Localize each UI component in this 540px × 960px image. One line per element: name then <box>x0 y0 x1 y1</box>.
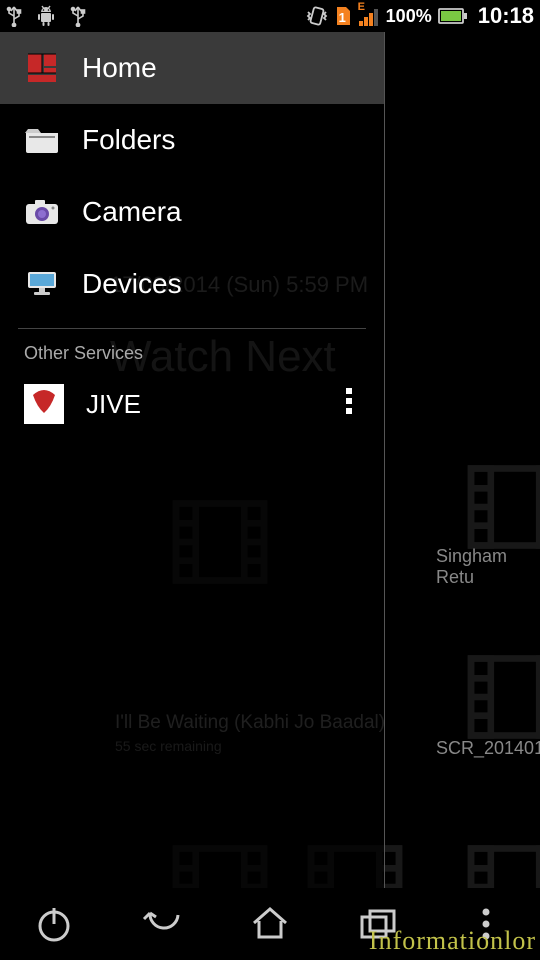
nav-item-home[interactable]: Home <box>0 32 384 104</box>
battery-icon <box>438 7 468 25</box>
nav-item-label: Devices <box>82 268 182 300</box>
nav-item-label: Folders <box>82 124 175 156</box>
nav-item-folders[interactable]: Folders <box>0 104 384 176</box>
usb-icon <box>70 5 86 27</box>
camera-icon <box>24 194 60 230</box>
vibrate-icon <box>306 5 328 27</box>
back-button[interactable] <box>138 900 186 948</box>
service-overflow-menu[interactable] <box>338 386 360 423</box>
navigation-drawer: Home Folders C <box>0 32 385 888</box>
usb-icon <box>6 5 22 27</box>
drawer-divider <box>18 328 366 329</box>
jive-service-icon <box>24 384 64 424</box>
nav-item-label: Camera <box>82 196 182 228</box>
section-label-other-services: Other Services <box>0 337 384 374</box>
sim-badge: 1 <box>339 10 346 25</box>
nav-item-label: Home <box>82 52 157 84</box>
service-item-label: JIVE <box>86 389 141 420</box>
power-button[interactable] <box>30 900 78 948</box>
status-bar: 1 E 100% 10:18 <box>0 0 540 32</box>
devices-icon <box>24 266 60 302</box>
android-debug-icon <box>36 5 56 27</box>
service-item-jive[interactable]: JIVE <box>0 374 384 434</box>
status-clock: 10:18 <box>478 3 534 29</box>
nav-item-devices[interactable]: Devices <box>0 248 384 320</box>
sim-card-icon: 1 <box>334 5 352 27</box>
film-icon <box>460 642 540 757</box>
film-icon <box>460 452 540 567</box>
home-button[interactable] <box>246 900 294 948</box>
watermark: Informationlor <box>369 926 536 956</box>
home-icon <box>24 50 60 86</box>
network-type: E <box>358 1 365 13</box>
signal-icon: E <box>358 5 380 27</box>
nav-item-camera[interactable]: Camera <box>0 176 384 248</box>
battery-percentage: 100% <box>386 6 432 27</box>
folder-icon <box>24 122 60 158</box>
